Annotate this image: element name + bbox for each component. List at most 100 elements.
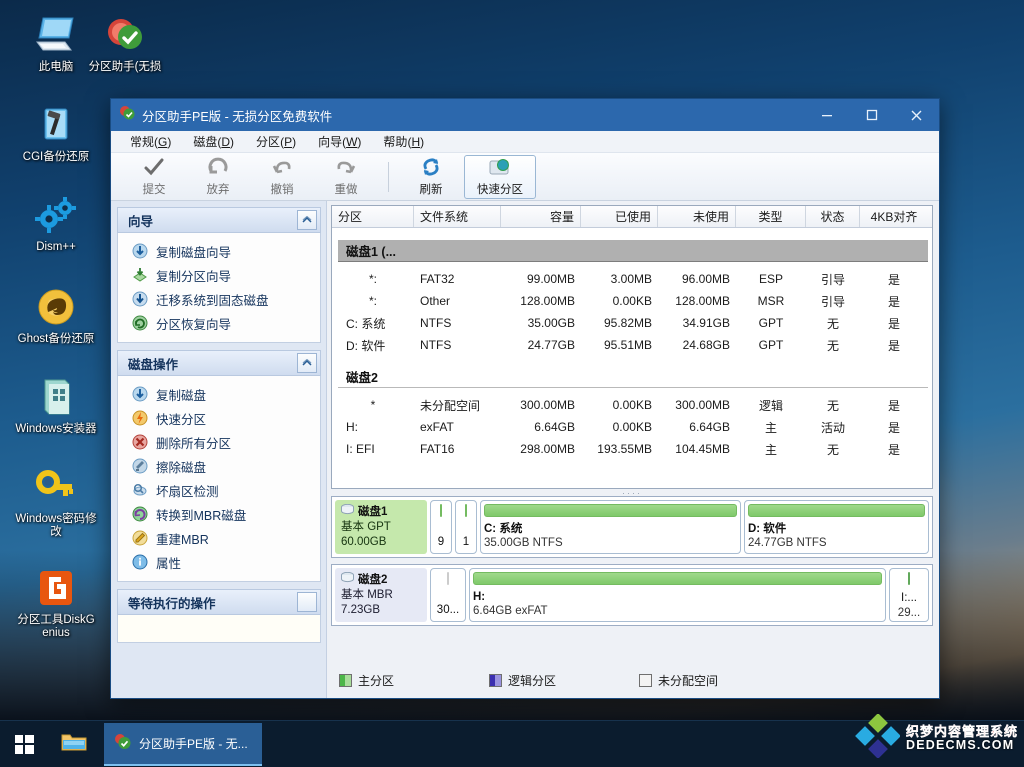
column-header-capacity[interactable]: 容量 xyxy=(501,206,581,227)
column-header-filesystem[interactable]: 文件系统 xyxy=(414,206,501,227)
disk-op-copy-disk[interactable]: 复制磁盘 xyxy=(118,382,320,406)
menu-partition[interactable]: 分区(P) xyxy=(245,131,307,152)
disk-map-1[interactable]: 磁盘1 基本 GPT 60.00GB 9 1 C: 系统 35.00GB NTF… xyxy=(331,496,933,558)
wizard-panel-header[interactable]: 向导 xyxy=(117,207,321,233)
table-row[interactable]: *: FAT32 99.00MB 3.00MB 96.00MB ESP 引导 是 xyxy=(332,268,932,290)
cell-align: 是 xyxy=(887,420,900,435)
cell-used: 95.82MB xyxy=(603,316,652,330)
toolbar-refresh-button[interactable]: 刷新 xyxy=(400,155,462,199)
desktop-icon-windows-installer[interactable]: Windows安装器 xyxy=(15,368,97,436)
partition-block[interactable]: C: 系统 35.00GB NTFS xyxy=(480,500,741,554)
table-row[interactable]: * 未分配空间 300.00MB 0.00KB 300.00MB 逻辑 无 是 xyxy=(332,394,932,416)
disk-op-wipe-disk[interactable]: 擦除磁盘 xyxy=(118,454,320,478)
minimize-button[interactable] xyxy=(804,99,849,131)
table-row[interactable]: *: Other 128.00MB 0.00KB 128.00MB MSR 引导… xyxy=(332,290,932,312)
disk-op-label: 复制磁盘 xyxy=(156,388,207,403)
disk-group-header-1[interactable]: 磁盘1 (... xyxy=(338,240,928,262)
legend-logical: 逻辑分区 xyxy=(489,672,639,689)
toolbar-redo-button[interactable]: 重做 xyxy=(315,155,377,199)
menu-disk[interactable]: 磁盘(D) xyxy=(182,131,245,152)
disk-op-rebuild-mbr[interactable]: 重建MBR xyxy=(118,526,320,550)
disk-ops-panel-title: 磁盘操作 xyxy=(128,357,179,372)
column-header-status[interactable]: 状态 xyxy=(806,206,860,227)
disk-info-1: 磁盘1 基本 GPT 60.00GB xyxy=(335,500,427,554)
toolbar-undo-button[interactable]: 撤销 xyxy=(251,155,313,199)
partition-block[interactable]: 30... xyxy=(430,568,466,622)
start-button[interactable] xyxy=(0,721,48,767)
disk-op-properties[interactable]: 属性 xyxy=(118,550,320,574)
taskbar-app-label: 分区助手PE版 - 无... xyxy=(139,736,248,751)
wizard-item-migrate-os[interactable]: 迁移系统到固态磁盘 xyxy=(118,287,320,311)
disk-op-label: 坏扇区检测 xyxy=(156,484,219,499)
disk-op-quick-partition[interactable]: 快速分区 xyxy=(118,406,320,430)
chevron-up-icon[interactable] xyxy=(297,210,317,230)
pending-panel-title: 等待执行的操作 xyxy=(128,596,216,611)
table-row[interactable]: C: 系统 NTFS 35.00GB 95.82MB 34.91GB GPT 无… xyxy=(332,312,932,334)
partition-table-header: 分区 文件系统 容量 已使用 未使用 类型 状态 4KB对齐 xyxy=(332,206,932,228)
desktop-icon-cgi-backup[interactable]: CGI备份还原 xyxy=(15,96,97,164)
partition-block[interactable]: 1 xyxy=(455,500,477,554)
window-title-bar[interactable]: 分区助手PE版 - 无损分区免费软件 xyxy=(111,99,939,131)
convert-mbr-icon xyxy=(132,506,148,522)
menu-wizard[interactable]: 向导(W) xyxy=(307,131,372,152)
column-header-type[interactable]: 类型 xyxy=(736,206,806,227)
cell-used: 95.51MB xyxy=(603,338,652,352)
disk-ops-panel-header[interactable]: 磁盘操作 xyxy=(117,350,321,376)
disk-group-header-2[interactable]: 磁盘2 xyxy=(338,366,928,388)
cell-unused: 34.91GB xyxy=(682,316,730,330)
column-header-partition[interactable]: 分区 xyxy=(332,206,414,227)
gears-icon xyxy=(15,192,97,238)
desktop-icon-dism[interactable]: Dism++ xyxy=(15,186,97,254)
cell-capacity: 24.77GB xyxy=(527,338,575,352)
desktop-icon-label: 分区工具DiskGenius xyxy=(17,614,95,639)
cell-partition: *: xyxy=(368,272,377,286)
menu-general[interactable]: 常规(G) xyxy=(119,131,182,152)
desktop-icon-partition-assistant[interactable]: 分区助手(无损 xyxy=(84,6,166,74)
partition-table-body: 磁盘1 (... *: FAT32 99.00MB 3.00MB 96.00MB… xyxy=(332,228,932,488)
cell-status: 无 xyxy=(826,316,839,331)
partition-label: 30... xyxy=(436,604,460,616)
toolbar-commit-button[interactable]: 提交 xyxy=(123,155,185,199)
partition-sublabel: 24.77GB NTFS xyxy=(747,537,827,549)
partition-label: D: 软件 xyxy=(747,523,787,535)
desktop-icon-ghost-backup[interactable]: Ghost备份还原 xyxy=(15,278,97,346)
toolbar-discard-button[interactable]: 放弃 xyxy=(187,155,249,199)
partition-block[interactable]: H: 6.64GB exFAT xyxy=(469,568,886,622)
cell-partition: H: xyxy=(346,420,358,434)
column-header-align[interactable]: 4KB对齐 xyxy=(860,206,928,227)
disk-op-convert-mbr[interactable]: 转换到MBR磁盘 xyxy=(118,502,320,526)
file-explorer-button[interactable] xyxy=(48,721,100,767)
taskbar-app-button[interactable]: 分区助手PE版 - 无... xyxy=(104,722,262,766)
panel-splitter[interactable]: ···· xyxy=(331,488,933,498)
column-header-used[interactable]: 已使用 xyxy=(581,206,658,227)
watermark: 织梦内容管理系统 DEDECMS.COM xyxy=(854,713,1018,763)
wizard-item-copy-partition[interactable]: 复制分区向导 xyxy=(118,263,320,287)
table-row[interactable]: I: EFI FAT16 298.00MB 193.55MB 104.45MB … xyxy=(332,438,932,460)
table-row[interactable]: D: 软件 NTFS 24.77GB 95.51MB 24.68GB GPT 无… xyxy=(332,334,932,356)
wizard-item-recover-partition[interactable]: 分区恢复向导 xyxy=(118,311,320,335)
wizard-item-copy-disk[interactable]: 复制磁盘向导 xyxy=(118,239,320,263)
cell-filesystem: Other xyxy=(420,294,451,308)
chevron-up-icon[interactable] xyxy=(297,353,317,373)
partition-label: H: xyxy=(473,591,486,603)
close-button[interactable] xyxy=(894,99,939,131)
partition-block[interactable]: D: 软件 24.77GB NTFS xyxy=(743,500,929,554)
pending-panel-body xyxy=(117,615,321,643)
cell-partition: I: EFI xyxy=(346,442,375,456)
pending-panel-header[interactable]: 等待执行的操作 xyxy=(117,589,321,615)
column-header-unused[interactable]: 未使用 xyxy=(658,206,736,227)
cell-capacity: 300.00MB xyxy=(520,398,575,412)
disk-map-2[interactable]: 磁盘2 基本 MBR 7.23GB 30... H: 6.64GB exFAT xyxy=(331,564,933,626)
desktop-icon-diskgenius[interactable]: 分区工具DiskGenius xyxy=(15,559,97,640)
disk-op-bad-sector[interactable]: 坏扇区检测 xyxy=(118,478,320,502)
partition-bar xyxy=(440,504,442,517)
desktop-icon-windows-password[interactable]: Windows密码修改 xyxy=(15,458,97,539)
partition-block[interactable]: I:... 29... xyxy=(889,568,929,622)
disk-op-delete-all[interactable]: 删除所有分区 xyxy=(118,430,320,454)
toolbar-quick-partition-button[interactable]: 快速分区 xyxy=(464,154,536,199)
chevron-toggle-icon[interactable] xyxy=(297,592,317,612)
maximize-button[interactable] xyxy=(849,99,894,131)
menu-help[interactable]: 帮助(H) xyxy=(372,131,435,152)
partition-block[interactable]: 9 xyxy=(430,500,452,554)
table-row[interactable]: H: exFAT 6.64GB 0.00KB 6.64GB 主 活动 是 xyxy=(332,416,932,438)
